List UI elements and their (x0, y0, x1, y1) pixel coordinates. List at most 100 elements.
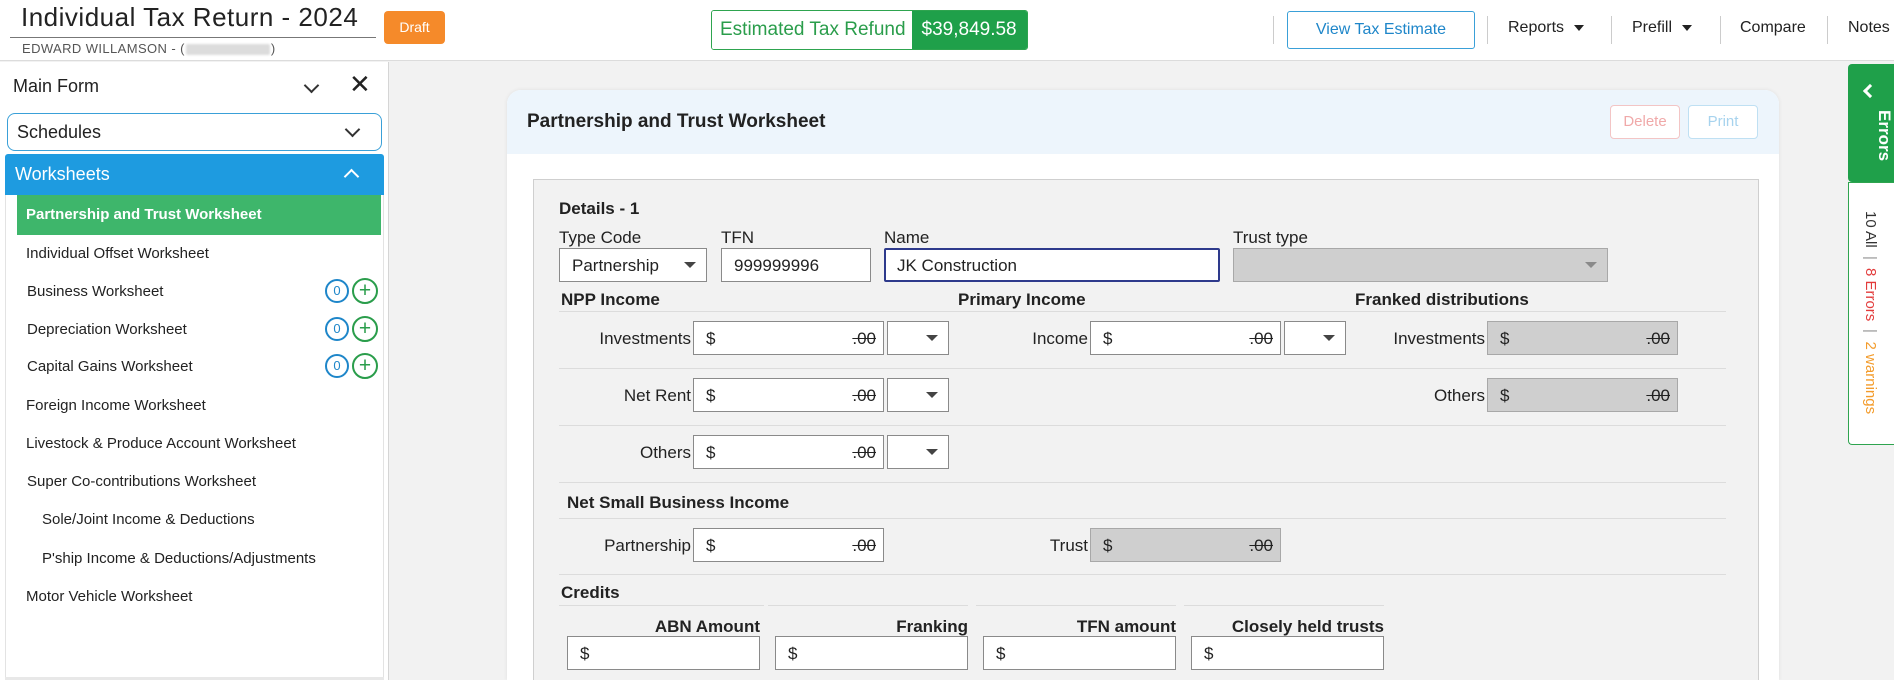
franking-field[interactable]: $ (775, 636, 968, 670)
caret-down-icon (1682, 24, 1693, 31)
tfn-amount-field[interactable]: $ (983, 636, 1176, 670)
prefill-menu[interactable]: Prefill (1632, 19, 1693, 37)
trust-type-label: Trust type (1233, 228, 1308, 247)
net-rent-field[interactable]: $ .00 (693, 378, 884, 412)
sidebar-item-livestock[interactable]: Livestock & Produce Account Worksheet (6, 425, 385, 461)
closely-held-trusts-label: Closely held trusts (1231, 617, 1384, 636)
tfn-label: TFN (721, 228, 755, 247)
print-button[interactable]: Print (1688, 105, 1758, 139)
worksheets-header[interactable]: Worksheets (5, 154, 384, 195)
divider (976, 605, 1176, 606)
refund-label: Estimated Tax Refund (712, 11, 912, 49)
sidebar-item-sole-joint[interactable]: Sole/Joint Income & Deductions (6, 501, 385, 537)
main-form-link[interactable]: Main Form (13, 76, 99, 97)
caret-down-icon (1585, 262, 1597, 268)
npp-investments-field[interactable]: $ .00 (693, 321, 884, 355)
net-rent-label: Net Rent (623, 386, 691, 405)
header-divider (1487, 16, 1488, 44)
chevron-up-icon (343, 168, 360, 185)
close-icon[interactable]: ✕ (349, 71, 371, 97)
tfn-value: 999999996 (734, 256, 820, 275)
sidebar-item-depreciation[interactable]: Depreciation Worksheet 0 + (6, 311, 385, 347)
add-icon[interactable]: + (352, 316, 378, 342)
closely-held-trusts-field[interactable]: $ (1191, 636, 1384, 670)
currency-symbol: $ (1500, 386, 1510, 405)
divider (559, 425, 1726, 426)
nsbi-trust-field[interactable]: $ .00 (1090, 528, 1281, 562)
view-tax-estimate-button[interactable]: View Tax Estimate (1287, 11, 1475, 49)
count-badge: 0 (325, 279, 349, 303)
sidebar-item-label: Super Co-contributions Worksheet (27, 473, 256, 490)
client-name-close: ) (270, 41, 276, 56)
caret-down-icon (684, 262, 696, 268)
add-icon[interactable]: + (352, 353, 378, 379)
delete-button[interactable]: Delete (1610, 105, 1680, 139)
caret-down-icon (926, 335, 938, 341)
errors-tab-label: Errors (1875, 110, 1894, 162)
currency-symbol: $ (580, 644, 590, 663)
notes-link[interactable]: Notes (1848, 19, 1890, 37)
currency-symbol: $ (1500, 329, 1510, 348)
divider (559, 368, 1726, 369)
name-field[interactable]: JK Construction (884, 248, 1220, 282)
sidebar-item-pship-income[interactable]: P'ship Income & Deductions/Adjustments (6, 540, 385, 576)
sidebar-item-super-cocontributions[interactable]: Super Co-contributions Worksheet (6, 463, 385, 499)
npp-others-label: Others (639, 443, 691, 462)
type-code-select[interactable]: Partnership (559, 248, 707, 282)
nsbi-partnership-label: Partnership (604, 536, 691, 555)
npp-others-select[interactable] (887, 435, 949, 469)
caret-down-icon (1574, 24, 1585, 31)
npp-income-heading: NPP Income (561, 290, 660, 309)
warnings-count[interactable]: 2 warnings (1862, 342, 1879, 415)
sidebar-item-partnership-trust[interactable]: Partnership and Trust Worksheet (17, 195, 381, 235)
franked-investments-field[interactable]: $ .00 (1487, 321, 1678, 355)
sidebar-item-individual-offset[interactable]: Individual Offset Worksheet (6, 235, 385, 271)
divider (1184, 605, 1384, 606)
schedules-dropdown[interactable]: Schedules (7, 113, 382, 151)
add-icon[interactable]: + (352, 278, 378, 304)
primary-income-label: Income (1032, 329, 1088, 348)
divider (559, 605, 764, 606)
franking-label: Franking (896, 617, 968, 636)
npp-investments-label: Investments (599, 329, 691, 348)
tfn-field[interactable]: 999999996 (721, 248, 871, 282)
currency-symbol: $ (1103, 536, 1113, 555)
nsbi-partnership-field[interactable]: $ .00 (693, 528, 884, 562)
primary-income-heading: Primary Income (958, 290, 1086, 309)
chevron-down-icon[interactable] (303, 77, 320, 94)
primary-income-field[interactable]: $ .00 (1090, 321, 1281, 355)
page-title: Partnership and Trust Worksheet (527, 111, 826, 132)
npp-others-field[interactable]: $ .00 (693, 435, 884, 469)
npp-investments-select[interactable] (887, 321, 949, 355)
errors-count[interactable]: 8 Errors (1862, 268, 1879, 321)
compare-link[interactable]: Compare (1740, 19, 1806, 37)
chevron-left-icon (1862, 83, 1878, 99)
errors-counts: 10 All | 8 Errors | 2 warnings (1862, 211, 1879, 414)
reports-menu[interactable]: Reports (1508, 19, 1585, 37)
franked-others-field[interactable]: $ .00 (1487, 378, 1678, 412)
abn-amount-field[interactable]: $ (567, 636, 760, 670)
sidebar-item-label: Depreciation Worksheet (27, 321, 187, 338)
sidebar-item-motor-vehicle[interactable]: Motor Vehicle Worksheet (6, 578, 385, 614)
all-count[interactable]: 10 All (1862, 211, 1879, 248)
sidebar-item-label: Individual Offset Worksheet (26, 245, 209, 262)
header-divider (1827, 16, 1828, 44)
net-rent-select[interactable] (887, 378, 949, 412)
primary-income-select[interactable] (1284, 321, 1346, 355)
schedules-label: Schedules (17, 122, 102, 142)
caret-down-icon (926, 449, 938, 455)
currency-symbol: $ (706, 536, 716, 555)
sidebar-item-business[interactable]: Business Worksheet 0 + (6, 273, 385, 309)
sidebar-item-foreign-income[interactable]: Foreign Income Worksheet (6, 387, 385, 423)
trust-type-select[interactable] (1233, 248, 1608, 282)
section-title: Details - 1 (559, 199, 640, 218)
client-name: EDWARD WILLAMSON - () (22, 41, 276, 56)
sidebar-item-label: Partnership and Trust Worksheet (26, 206, 262, 223)
sidebar-item-capital-gains[interactable]: Capital Gains Worksheet 0 + (6, 348, 385, 384)
errors-tab[interactable]: Errors (1848, 64, 1894, 182)
currency-symbol: $ (706, 329, 716, 348)
header-divider (1720, 16, 1721, 44)
prefill-label: Prefill (1632, 19, 1673, 36)
divider (559, 311, 1726, 312)
separator: | (1862, 329, 1879, 334)
